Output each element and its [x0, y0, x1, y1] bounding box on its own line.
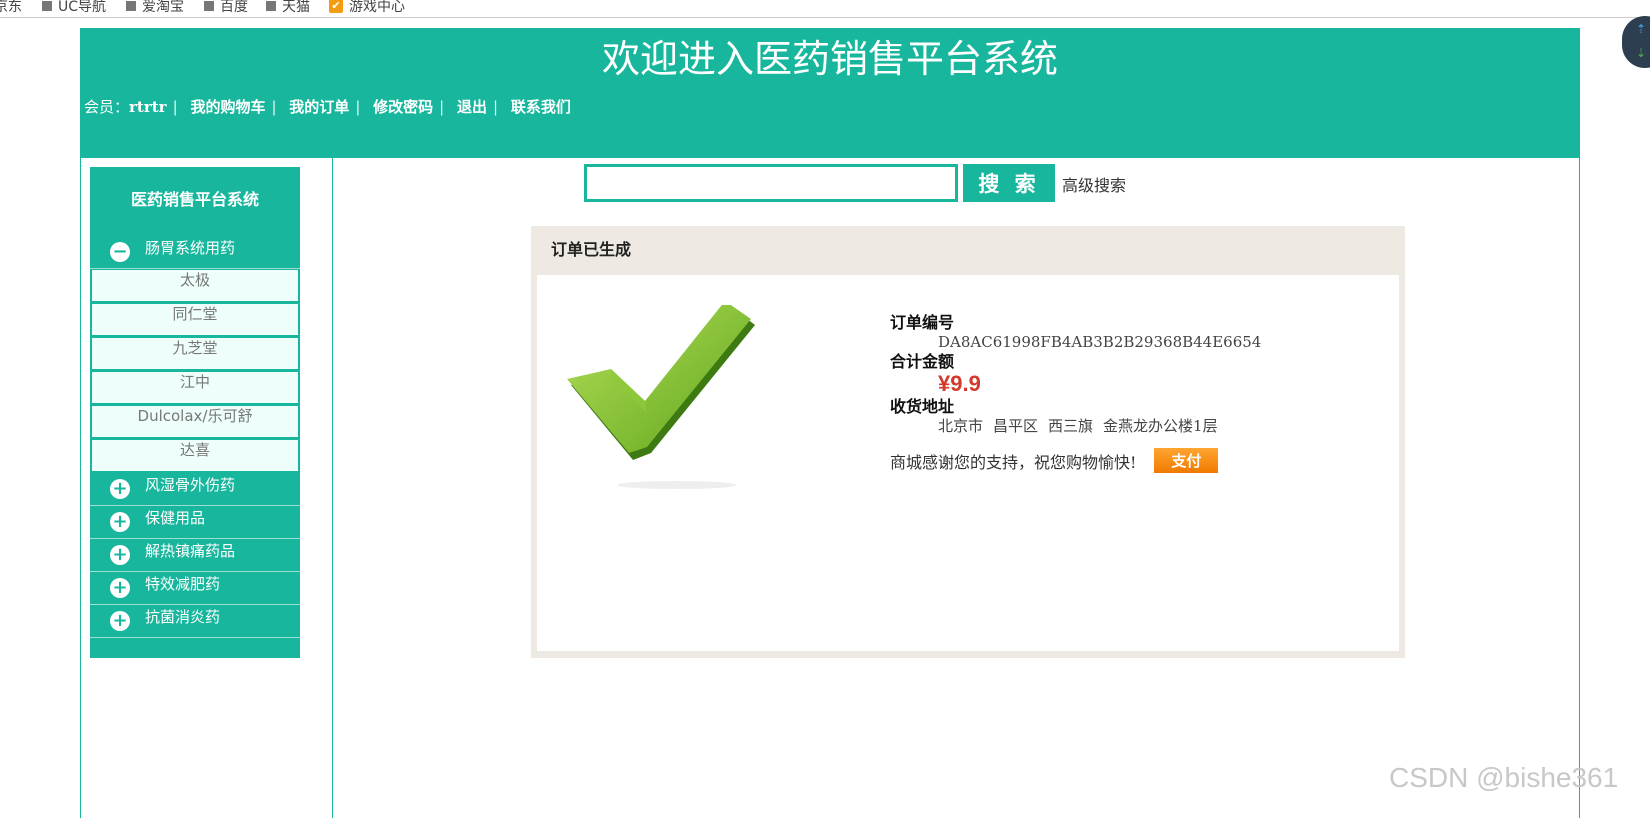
sidebar-title: 医药销售平台系统: [90, 167, 300, 236]
pay-button[interactable]: 支付: [1154, 448, 1219, 473]
order-address-value: 北京市 昌平区 西三旗 金燕龙办公楼1层: [938, 417, 1218, 435]
category-label: 保健用品: [145, 509, 206, 527]
subcategory-item[interactable]: 太极: [90, 269, 300, 303]
subcategory-item[interactable]: 达喜: [90, 439, 300, 473]
member-bar: 会员：rtrtr | 我的购物车 | 我的订单 | 修改密码 | 退出 | 联系我们: [84, 98, 571, 116]
bookmark-games[interactable]: ✔ 游戏中心: [329, 0, 405, 16]
bookmark-uc[interactable]: UC导航: [42, 0, 106, 16]
thanks-text: 商城感谢您的支持，祝您购物愉快!: [890, 452, 1137, 472]
search-button[interactable]: 搜 索: [963, 164, 1055, 202]
category-antibiotic[interactable]: + 抗菌消炎药: [90, 605, 300, 638]
bookmark-icon: [266, 1, 276, 11]
bookmark-icon: [42, 1, 52, 11]
order-number-label: 订单编号: [890, 313, 955, 332]
order-panel-title: 订单已生成: [551, 240, 632, 259]
bookmark-tmall[interactable]: 天猫: [266, 0, 310, 16]
arrow-down-icon[interactable]: ⇣: [1636, 46, 1646, 60]
order-panel-body: 订单编号 DA8AC61998FB4AB3B2B29368B44E6654 合计…: [537, 275, 1399, 651]
category-label: 特效减肥药: [145, 575, 221, 593]
expand-plus-icon[interactable]: +: [110, 611, 130, 631]
success-check-icon: [567, 305, 755, 489]
nav-logout-link[interactable]: 退出: [457, 98, 487, 116]
category-label: 风湿骨外伤药: [145, 476, 236, 494]
expand-plus-icon[interactable]: +: [110, 479, 130, 499]
bookmark-jd[interactable]: 京东: [0, 0, 22, 16]
site-title: 欢迎进入医药销售平台系统: [601, 37, 1058, 81]
member-label: 会员：: [84, 98, 130, 116]
bookmarks-bar: 京东 UC导航 爱淘宝 百度 天猫 ✔游戏中心: [0, 0, 1650, 18]
nav-cart-link[interactable]: 我的购物车: [190, 98, 265, 116]
member-username: rtrtr: [129, 98, 167, 116]
expand-plus-icon[interactable]: +: [110, 512, 130, 532]
order-info: 订单编号 DA8AC61998FB4AB3B2B29368B44E6654 合计…: [890, 313, 1261, 473]
category-rheumatism[interactable]: + 风湿骨外伤药: [90, 473, 300, 506]
order-number-value: DA8AC61998FB4AB3B2B29368B44E6654: [938, 333, 1262, 351]
subcategory-item[interactable]: Dulcolax/乐可舒: [90, 405, 300, 439]
frame-border-right: [1579, 158, 1580, 818]
category-label: 肠胃系统用药: [145, 239, 236, 257]
bookmark-baidu[interactable]: 百度: [204, 0, 248, 16]
expand-plus-icon[interactable]: +: [110, 545, 130, 565]
bookmark-aitaobao[interactable]: 爱淘宝: [126, 0, 184, 16]
order-panel: 订单已生成 订单编号 DA8AC61998FB4AB3B2B29368B44E6…: [531, 226, 1405, 658]
order-address-label: 收货地址: [890, 397, 955, 416]
category-gastro[interactable]: − 肠胃系统用药: [90, 236, 300, 269]
checkbox-icon: ✔: [329, 0, 343, 13]
subcategory-item[interactable]: 九芝堂: [90, 337, 300, 371]
thanks-row: 商城感谢您的支持，祝您购物愉快! 支付: [890, 448, 1261, 473]
sidebar-footer: [90, 638, 300, 658]
category-analgesic[interactable]: + 解热镇痛药品: [90, 539, 300, 572]
watermark: CSDN @bishe361: [1389, 762, 1619, 793]
bookmark-icon: [204, 1, 214, 11]
order-amount-value: ¥9.9: [938, 371, 981, 396]
expand-plus-icon[interactable]: +: [110, 578, 130, 598]
category-weight-loss[interactable]: + 特效减肥药: [90, 572, 300, 605]
subcategory-item[interactable]: 同仁堂: [90, 303, 300, 337]
nav-orders-link[interactable]: 我的订单: [289, 98, 349, 116]
arrow-up-icon[interactable]: ⇡: [1636, 22, 1646, 36]
subcategory-item[interactable]: 江中: [90, 371, 300, 405]
nav-change-password-link[interactable]: 修改密码: [373, 98, 433, 116]
category-sidebar: 医药销售平台系统 − 肠胃系统用药 太极 同仁堂 九芝堂 江中 Dulcolax…: [90, 167, 300, 658]
category-health[interactable]: + 保健用品: [90, 506, 300, 539]
category-label: 解热镇痛药品: [145, 542, 236, 560]
nav-contact-link[interactable]: 联系我们: [511, 98, 571, 116]
collapse-minus-icon[interactable]: −: [110, 242, 130, 262]
site-header: 欢迎进入医药销售平台系统 会员：rtrtr | 我的购物车 | 我的订单 | 修改密码…: [80, 28, 1580, 158]
category-label: 抗菌消炎药: [145, 608, 221, 626]
order-amount-label: 合计金额: [890, 352, 955, 371]
frame-divider: [332, 158, 333, 818]
advanced-search-link[interactable]: 高级搜索: [1062, 172, 1126, 196]
bookmark-icon: [126, 1, 136, 11]
search-input[interactable]: [584, 164, 958, 202]
scroll-widget[interactable]: ⇡ ⇣: [1622, 16, 1650, 68]
frame-border-left: [80, 158, 81, 818]
